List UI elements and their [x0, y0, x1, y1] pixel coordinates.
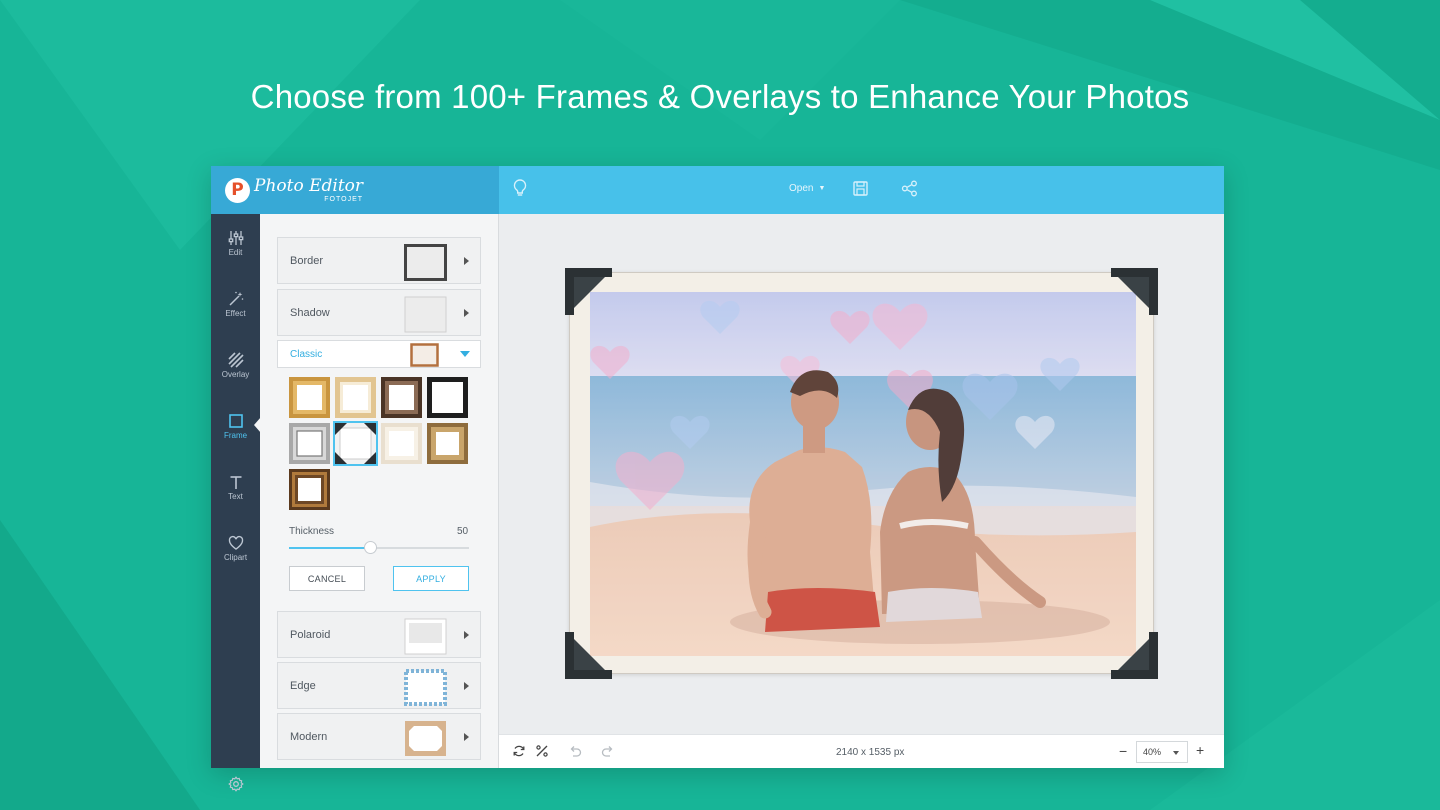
save-icon[interactable]	[852, 180, 869, 197]
headline: Choose from 100+ Frames & Overlays to En…	[250, 78, 1190, 115]
border-row[interactable]: Border	[277, 237, 481, 284]
status-bar: 2140 x 1535 px − 40% +	[499, 734, 1224, 768]
modern-label: Modern	[290, 731, 328, 743]
modern-thumbnail	[405, 721, 446, 756]
open-button[interactable]: Open ▼	[789, 183, 825, 194]
nav-clipart[interactable]: Clipart	[211, 535, 260, 595]
shadow-thumbnail	[404, 296, 447, 333]
border-label: Border	[290, 255, 324, 267]
photo-frame[interactable]	[569, 272, 1154, 674]
edge-row[interactable]: Edge	[277, 662, 481, 709]
zoom-out-button[interactable]: −	[1119, 743, 1127, 759]
nav-overlay-label: Overlay	[221, 370, 250, 379]
frame-corner-top-left	[565, 268, 612, 315]
cancel-button[interactable]: CANCEL	[289, 566, 365, 591]
nav-effect[interactable]: Effect	[211, 291, 260, 351]
image-dimensions: 2140 x 1535 px	[836, 747, 905, 758]
polaroid-thumbnail	[404, 618, 447, 655]
modern-row[interactable]: Modern	[277, 713, 481, 760]
top-toolbar: Open ▼	[499, 166, 1224, 214]
thickness-label: Thickness	[289, 526, 335, 537]
rotate-icon[interactable]	[512, 744, 526, 758]
zoom-value: 40%	[1143, 747, 1162, 757]
frame-swatch-black[interactable]	[427, 377, 468, 418]
zoom-in-button[interactable]: +	[1196, 742, 1204, 758]
square-icon	[228, 414, 243, 428]
brand-name: Photo Editor	[254, 175, 364, 196]
frame-swatch-pale-gold[interactable]	[335, 377, 376, 418]
undo-icon[interactable]	[568, 744, 582, 758]
brand-text: Photo Editor FOTOJET	[254, 175, 364, 203]
heart-icon	[228, 535, 243, 550]
nav-effect-label: Effect	[225, 309, 246, 318]
nav-frame[interactable]: Frame	[211, 413, 260, 473]
chevron-right-icon	[464, 733, 469, 741]
frame-corner-top-right	[1111, 268, 1158, 315]
border-thumbnail	[404, 244, 447, 281]
polaroid-label: Polaroid	[290, 629, 331, 641]
magic-wand-icon	[228, 291, 243, 306]
share-icon[interactable]	[901, 180, 918, 197]
app-window: P Photo Editor FOTOJET Open ▼ Edit Effec…	[211, 166, 1224, 792]
nav-text-label: Text	[228, 492, 243, 501]
gear-icon[interactable]	[228, 776, 244, 792]
frame-swatch-gold[interactable]	[289, 377, 330, 418]
shadow-label: Shadow	[290, 307, 330, 319]
thickness-slider[interactable]	[289, 541, 469, 554]
apply-button[interactable]: APPLY	[393, 566, 469, 591]
caret-down-icon	[460, 351, 470, 357]
frame-swatch-antique-gold[interactable]	[427, 423, 468, 464]
classic-label: Classic	[290, 349, 323, 360]
polaroid-row[interactable]: Polaroid	[277, 611, 481, 658]
beach-couple-photo	[590, 292, 1136, 656]
nav-text[interactable]: Text	[211, 474, 260, 534]
nav-edit-label: Edit	[228, 248, 243, 257]
nav-edit[interactable]: Edit	[211, 230, 260, 290]
chevron-right-icon	[464, 682, 469, 690]
chevron-down-icon: ▼	[818, 185, 826, 192]
lightbulb-icon[interactable]	[512, 178, 528, 198]
thickness-slider-fill	[289, 547, 370, 549]
frame-swatch-cream[interactable]	[381, 423, 422, 464]
frame-swatch-ornate-brown[interactable]	[289, 469, 330, 510]
redo-icon[interactable]	[601, 744, 615, 758]
frame-swatch-black-corners[interactable]	[333, 421, 378, 466]
frame-swatch-dark-wood[interactable]	[381, 377, 422, 418]
brand-logo[interactable]: P	[225, 177, 250, 203]
thickness-value: 50	[457, 526, 469, 537]
edge-label: Edge	[290, 680, 316, 692]
classic-thumbnail	[410, 343, 439, 367]
nav-frame-label: Frame	[223, 431, 248, 440]
caret-down-icon	[1173, 751, 1179, 755]
frame-swatch-silver[interactable]	[289, 423, 330, 464]
brand-bar: P Photo Editor FOTOJET	[211, 166, 499, 214]
classic-dropdown[interactable]: Classic	[277, 340, 481, 368]
chevron-right-icon	[464, 631, 469, 639]
frame-corner-bottom-right	[1111, 632, 1158, 679]
text-t-icon	[230, 476, 241, 489]
nav-overlay[interactable]: Overlay	[211, 352, 260, 412]
chevron-right-icon	[464, 309, 469, 317]
sliders-icon	[228, 231, 243, 245]
frame-panel: Border Shadow Classic Thickness 50 CANCE…	[260, 214, 499, 768]
edge-thumbnail	[404, 669, 447, 706]
crop-ratio-icon[interactable]	[535, 744, 549, 758]
stripes-icon	[227, 352, 244, 368]
frame-corner-bottom-left	[565, 632, 612, 679]
chevron-right-icon	[464, 257, 469, 265]
side-nav: Edit Effect Overlay Frame Text Clipart	[211, 214, 261, 792]
zoom-select[interactable]: 40%	[1136, 741, 1188, 763]
brand-sub: FOTOJET	[324, 195, 364, 203]
shadow-row[interactable]: Shadow	[277, 289, 481, 336]
thickness-slider-handle[interactable]	[364, 541, 377, 554]
editor-canvas[interactable]	[499, 214, 1224, 734]
open-label: Open	[789, 183, 814, 194]
nav-clipart-label: Clipart	[223, 553, 248, 562]
